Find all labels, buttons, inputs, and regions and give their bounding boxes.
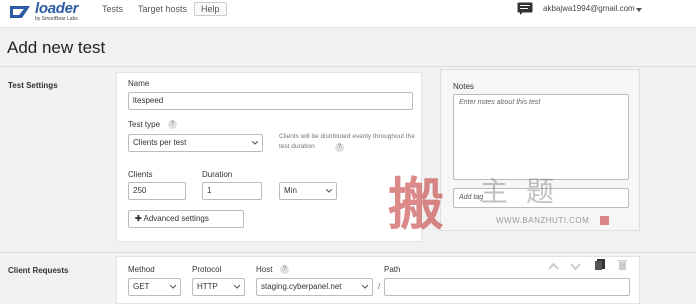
divider (0, 66, 696, 67)
chevron-down-icon (326, 189, 332, 193)
host-select[interactable]: staging.cyberpanel.net (256, 278, 373, 296)
trash-icon[interactable] (617, 259, 628, 270)
loader-logo[interactable]: loader by SmartBear Labs (8, 0, 98, 27)
protocol-value: HTTP (197, 282, 218, 291)
clients-input[interactable]: 250 (128, 182, 186, 200)
client-requests-label: Client Requests (8, 266, 69, 275)
clients-label: Clients (128, 170, 153, 179)
logo-text: loader (35, 0, 79, 17)
nav-tests[interactable]: Tests (102, 4, 123, 14)
add-tag-input[interactable]: Add tag (453, 188, 629, 208)
duration-label: Duration (202, 170, 233, 179)
notes-textarea[interactable]: Enter notes about this test (453, 94, 629, 180)
protocol-select[interactable]: HTTP (192, 278, 245, 296)
advanced-settings-button[interactable]: ✚ Advanced settings (128, 210, 244, 228)
arrow-down-icon[interactable] (570, 261, 581, 272)
test-settings-label: Test Settings (8, 81, 58, 90)
chevron-down-icon (252, 141, 258, 145)
duration-unit-value: Min (284, 186, 297, 195)
duration-input[interactable]: 1 (202, 182, 262, 200)
host-label: Host (256, 265, 273, 274)
test-type-value: Clients per test (133, 138, 187, 147)
top-navbar: loader by SmartBear Labs Tests Target ho… (0, 0, 696, 28)
plus-icon: ✚ (135, 214, 142, 223)
advanced-settings-label: Advanced settings (143, 214, 209, 223)
nav-target-hosts[interactable]: Target hosts (138, 4, 187, 14)
logo-mark-icon (10, 6, 30, 18)
nav-help-button[interactable]: Help (194, 2, 227, 16)
chat-icon[interactable] (517, 2, 533, 15)
question-icon[interactable]: ? (168, 120, 177, 129)
copy-icon[interactable] (595, 259, 606, 270)
path-label: Path (384, 265, 401, 274)
question-icon[interactable]: ? (335, 143, 344, 152)
notes-panel: Notes Enter notes about this test Add ta… (440, 69, 640, 231)
method-select[interactable]: GET (128, 278, 181, 296)
arrow-up-icon[interactable] (548, 261, 559, 272)
test-type-select[interactable]: Clients per test (128, 134, 263, 152)
notes-label: Notes (453, 82, 474, 91)
chevron-down-icon (170, 285, 176, 289)
client-requests-panel: Method GET Protocol HTTP Host ? staging.… (116, 256, 640, 304)
divider (0, 252, 696, 253)
method-value: GET (133, 282, 150, 291)
protocol-label: Protocol (192, 265, 222, 274)
caret-down-icon[interactable] (636, 8, 642, 12)
path-input[interactable] (384, 278, 630, 296)
user-email-menu[interactable]: akbajwa1994@gmail.com (543, 4, 635, 13)
page-title: Add new test (7, 38, 106, 57)
name-label: Name (128, 79, 150, 88)
logo-subtitle: by SmartBear Labs (35, 16, 78, 22)
test-settings-panel: Name ltespeed Test type ? Clients per te… (116, 72, 422, 242)
chevron-down-icon (234, 285, 240, 289)
name-input[interactable]: ltespeed (128, 92, 413, 110)
test-type-hint: Clients will be distributed evenly throu… (279, 132, 419, 152)
test-type-label: Test type (128, 120, 161, 129)
test-type-hint-text: Clients will be distributed evenly throu… (279, 133, 415, 150)
chevron-down-icon (362, 285, 368, 289)
host-value: staging.cyberpanel.net (261, 282, 342, 291)
path-separator: / (378, 282, 381, 291)
duration-unit-select[interactable]: Min (279, 182, 337, 200)
question-icon[interactable]: ? (280, 265, 289, 274)
method-label: Method (128, 265, 155, 274)
